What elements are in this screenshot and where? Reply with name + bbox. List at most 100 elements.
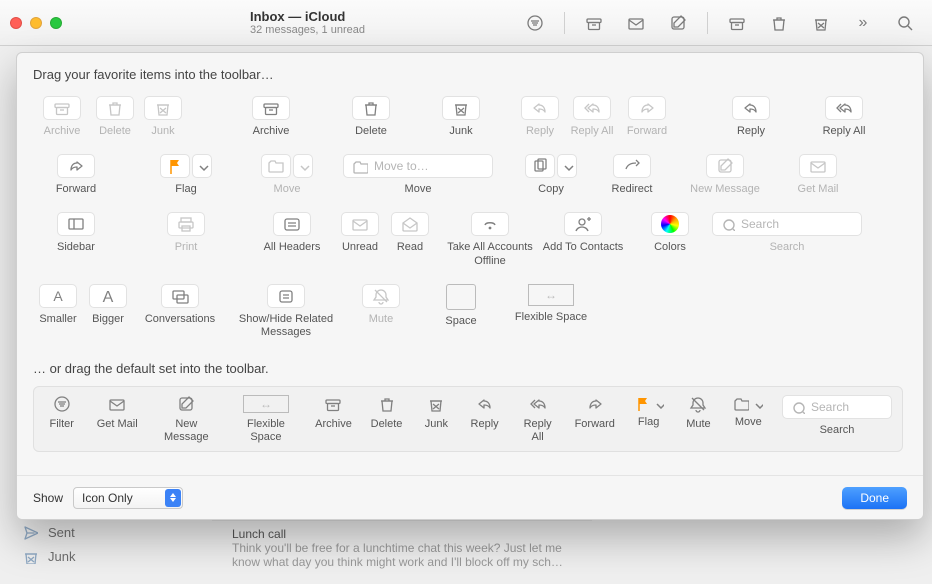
item-archive-group[interactable]: Archive [33,96,91,138]
minimize-window-button[interactable] [30,17,42,29]
item-reply[interactable]: Reply [701,96,801,138]
item-flag[interactable]: Flag [143,154,229,196]
item-reply-group[interactable]: Reply [515,96,565,138]
zoom-window-button[interactable] [50,17,62,29]
instruction-top: Drag your favorite items into the toolba… [33,67,907,82]
forward-icon [57,154,95,178]
trash-icon[interactable] [762,10,796,36]
item-space[interactable]: Space [421,284,501,339]
sidebar-label: Junk [48,549,75,564]
show-mode-select[interactable]: Icon Only [73,487,183,509]
item-add-contacts[interactable]: Add To Contacts [533,212,633,267]
forward-icon [628,96,666,120]
compose-icon[interactable] [661,10,695,36]
item-move-field[interactable]: Move to… Move [333,154,503,196]
item-junk[interactable]: Junk [421,96,501,138]
titlebar: Inbox — iCloud 32 messages, 1 unread » [0,0,932,46]
item-forward[interactable]: Forward [33,154,119,196]
sidebar-label: Sent [48,525,75,540]
sidebar-item-sent[interactable]: Sent [22,520,200,544]
item-sidebar[interactable]: Sidebar [33,212,119,267]
flag-icon [160,154,190,178]
item-flexible-space[interactable]: ↔ Flexible Space [501,284,601,339]
item-smaller[interactable]: Smaller [33,284,83,339]
default-delete[interactable]: Delete [369,395,404,431]
item-redirect[interactable]: Redirect [589,154,675,196]
reply-all-icon [825,96,863,120]
item-archive[interactable]: Archive [221,96,321,138]
default-filter[interactable]: Filter [44,395,79,431]
item-related[interactable]: Show/Hide Related Messages [231,284,341,339]
chevron-down-icon [557,154,577,178]
compose-icon [706,154,744,178]
sidebar-item-junk[interactable]: Junk [22,544,200,568]
window-controls[interactable] [10,17,62,29]
item-reply-all-group[interactable]: Reply All [565,96,619,138]
archive-icon[interactable] [720,10,754,36]
move-placeholder: Move to… [374,159,429,173]
item-print[interactable]: Print [143,212,229,267]
headers-icon [273,212,311,236]
window-title-block: Inbox — iCloud 32 messages, 1 unread [250,9,365,36]
overflow-icon[interactable]: » [846,10,880,36]
message-preview[interactable]: Lunch call Think you'll be free for a lu… [212,520,592,575]
item-colors[interactable]: Colors [633,212,707,267]
item-bigger[interactable]: Bigger [83,284,133,339]
add-contact-icon [564,212,602,236]
item-new-message[interactable]: New Message [675,154,775,196]
default-junk[interactable]: Junk [420,395,452,431]
item-forward-group[interactable]: Forward [619,96,675,138]
default-reply[interactable]: Reply [468,395,500,431]
default-move[interactable]: Move [731,395,766,429]
sidebar-icon [57,212,95,236]
reply-icon [521,96,559,120]
search-icon[interactable] [888,10,922,36]
default-new-message[interactable]: New Message [155,395,218,444]
archive-icon [43,96,81,120]
archive-icon[interactable] [577,10,611,36]
item-move-chevron[interactable]: Move [249,154,325,196]
junk-icon[interactable] [804,10,838,36]
item-copy[interactable]: Copy [513,154,589,196]
folder-icon [261,154,291,178]
item-conversations[interactable]: Conversations [137,284,223,339]
item-read[interactable]: Read [385,212,435,267]
item-unread[interactable]: Unread [335,212,385,267]
done-button[interactable]: Done [842,487,907,509]
trash-icon [352,96,390,120]
item-delete[interactable]: Delete [321,96,421,138]
item-take-offline[interactable]: Take All Accounts Offline [447,212,533,267]
space-box [446,284,476,310]
default-reply-all[interactable]: Reply All [517,395,559,444]
item-junk-group[interactable]: Junk [139,96,187,138]
filter-icon[interactable] [518,10,552,36]
item-mute[interactable]: Mute [341,284,421,339]
move-to-field[interactable]: Move to… [343,154,493,178]
envelope-icon [799,154,837,178]
item-reply-all[interactable]: Reply All [801,96,887,138]
item-all-headers[interactable]: All Headers [249,212,335,267]
search-field[interactable]: Search [712,212,862,236]
default-flexible-space[interactable]: ↔ Flexible Space [234,395,298,444]
envelope-icon[interactable] [619,10,653,36]
item-search-field[interactable]: Search Search [707,212,867,267]
default-archive[interactable]: Archive [314,395,353,431]
default-mute[interactable]: Mute [682,395,714,431]
item-get-mail[interactable]: Get Mail [775,154,861,196]
default-forward[interactable]: Forward [575,395,615,431]
customize-toolbar-sheet: Drag your favorite items into the toolba… [16,52,924,520]
archive-icon [252,96,290,120]
default-get-mail[interactable]: Get Mail [95,395,138,431]
bigger-text-icon [89,284,127,308]
toolbar-item-palette: Archive Delete Junk Archive Delete Junk [33,96,913,355]
item-delete-group[interactable]: Delete [91,96,139,138]
chevron-down-icon [293,154,313,178]
show-label: Show [33,491,63,505]
default-search[interactable]: Search Search [782,395,892,437]
print-icon [167,212,205,236]
redirect-icon [613,154,651,178]
default-toolbar-set[interactable]: Filter Get Mail New Message ↔ Flexible S… [33,386,903,451]
search-placeholder: Search [741,217,779,231]
default-flag[interactable]: Flag [631,395,666,429]
close-window-button[interactable] [10,17,22,29]
